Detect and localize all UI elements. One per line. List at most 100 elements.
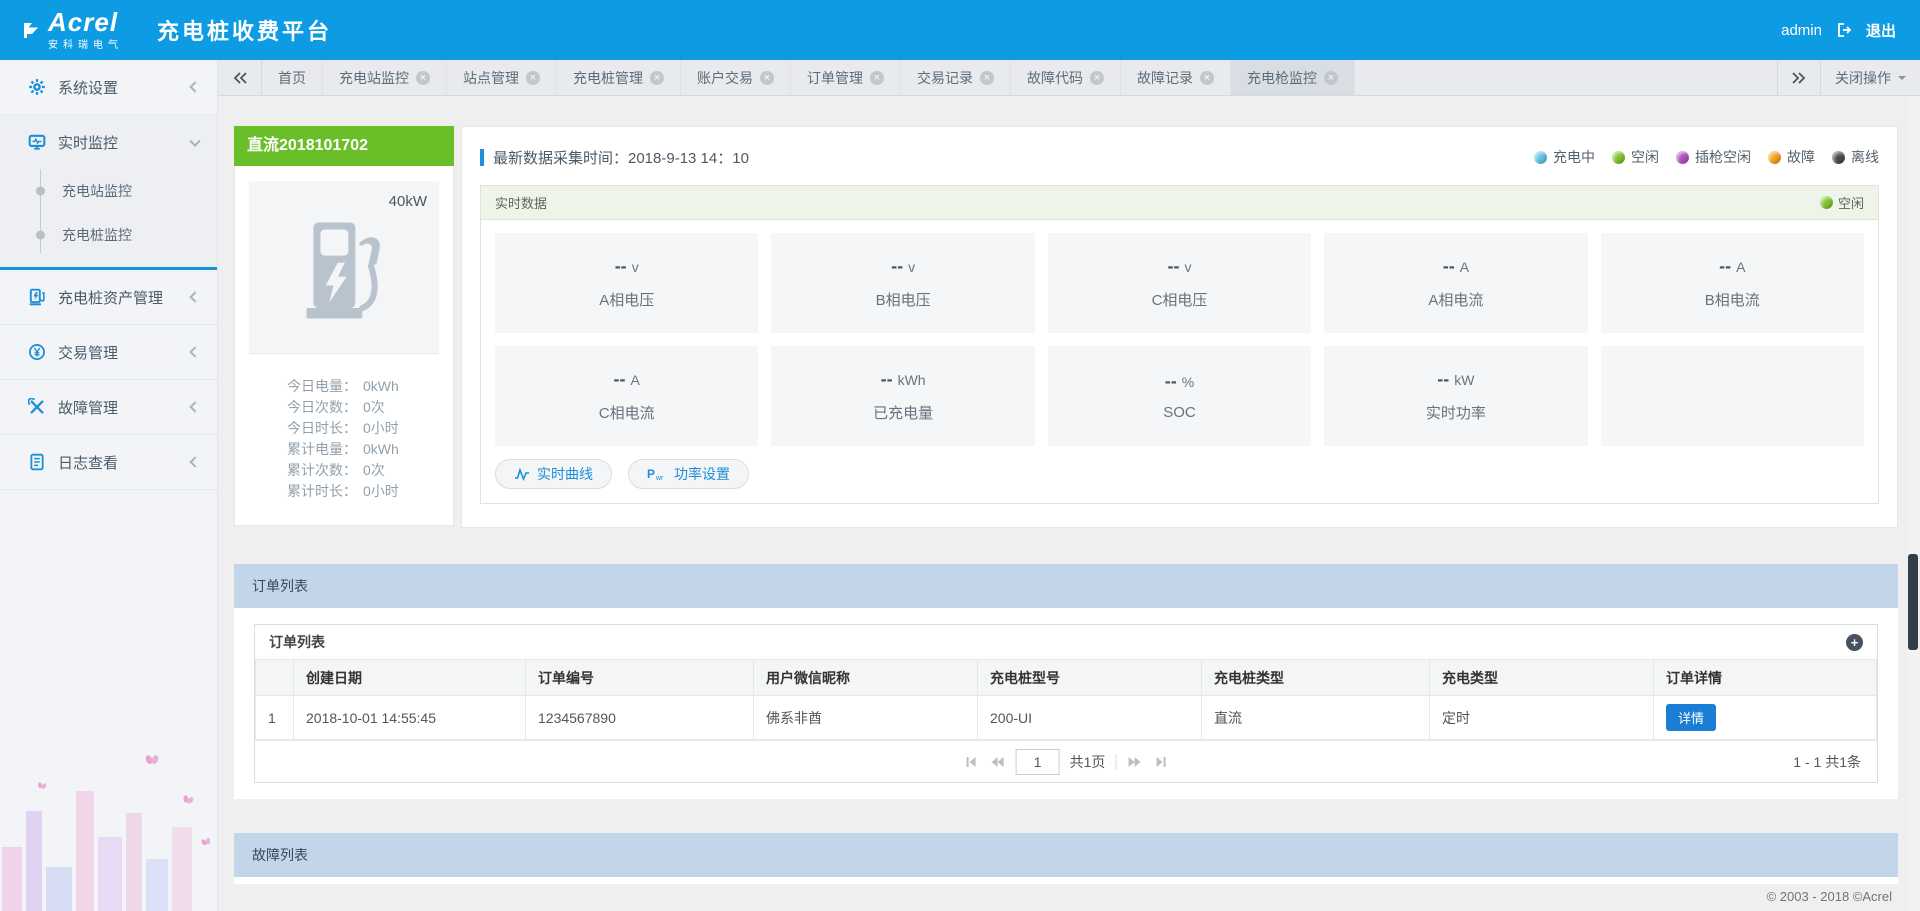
close-tab-icon[interactable] — [980, 70, 994, 85]
sidebar-subitem-station-monitor[interactable]: 充电站监控 — [0, 169, 217, 213]
butterfly-icon — [182, 795, 194, 806]
stat-row: 今日次数： 0次 — [287, 399, 385, 415]
chevron-left-icon — [189, 81, 201, 93]
col-pile-type: 充电桩类型 — [1201, 659, 1430, 696]
scroll-tabs-right-icon[interactable] — [1777, 60, 1820, 95]
divider — [1115, 753, 1117, 770]
table-header-row: 创建日期 订单编号 用户微信昵称 充电桩型号 充电桩类型 充电类型 订单详情 — [255, 659, 1877, 696]
sidebar-item-label: 日志查看 — [58, 454, 119, 472]
stat-row: 今日电量： 0kWh — [287, 378, 399, 394]
tab-fault-records[interactable]: 故障记录 — [1121, 60, 1231, 95]
legend-item-plugged-idle: 插枪空闲 — [1676, 147, 1751, 167]
faults-body — [234, 877, 1898, 884]
cell-pile-type: 直流 — [1201, 695, 1430, 740]
logout-button[interactable]: 退出 — [1866, 20, 1896, 41]
sidebar-item-transaction-mgmt[interactable]: 交易管理 — [0, 325, 217, 380]
metric-card-realtime-power: -- kW 实时功率 — [1324, 346, 1588, 446]
realtime-data-title: 实时数据 — [495, 196, 548, 211]
cell-index: 1 — [255, 695, 294, 740]
tab-fault-codes[interactable]: 故障代码 — [1011, 60, 1121, 95]
device-status-badge: 空闲 — [1819, 193, 1864, 212]
tab-trade-records[interactable]: 交易记录 — [901, 60, 1011, 95]
close-tab-icon[interactable] — [526, 70, 540, 85]
sidebar-subitem-label: 充电桩监控 — [62, 227, 132, 243]
first-page-icon[interactable] — [964, 754, 980, 770]
legend-item-idle: 空闲 — [1612, 147, 1659, 167]
tab-site-mgmt[interactable]: 站点管理 — [447, 60, 557, 95]
col-charge-type: 充电类型 — [1429, 659, 1654, 696]
orders-panel-title: 订单列表 — [269, 634, 325, 650]
tab-label: 故障代码 — [1027, 69, 1083, 86]
sidebar-item-pile-assets[interactable]: 充电桩资产管理 — [0, 270, 217, 325]
close-tab-icon[interactable] — [870, 70, 884, 85]
log-document-icon — [30, 453, 44, 471]
sidebar-subitem-pile-monitor[interactable]: 充电桩监控 — [0, 213, 217, 257]
sidebar-item-log-view[interactable]: 日志查看 — [0, 435, 217, 490]
metric-card-empty — [1600, 346, 1864, 446]
tab-gun-monitor[interactable]: 充电枪监控 — [1231, 60, 1355, 95]
device-card: 直流2018101702 40kW 今日电量： 0kWh 今日次数： 0次 今日时长… — [234, 126, 454, 526]
logo-text: Acrel — [48, 6, 119, 37]
curve-icon — [515, 467, 529, 481]
order-detail-button[interactable]: 详情 — [1666, 704, 1717, 731]
realtime-curve-button[interactable]: 实时曲线 — [495, 459, 612, 489]
scrollbar-thumb[interactable] — [1908, 554, 1918, 650]
sidebar-item-label: 系统设置 — [58, 79, 119, 97]
tab-pile-mgmt[interactable]: 充电桩管理 — [557, 60, 681, 95]
status-dot-icon — [1768, 150, 1781, 164]
col-order-detail: 订单详情 — [1653, 659, 1877, 696]
next-page-icon[interactable] — [1126, 754, 1142, 770]
sidebar-subitem-label: 充电站监控 — [62, 183, 132, 199]
charging-pile-icon — [29, 288, 45, 306]
faults-section: 故障列表 — [234, 833, 1898, 884]
tab-order-mgmt[interactable]: 订单管理 — [791, 60, 901, 95]
close-tab-icon[interactable] — [650, 70, 664, 85]
sidebar-group-realtime-monitor: 实时监控 充电站监控 充电桩监控 — [0, 115, 217, 270]
bullet-icon — [36, 230, 45, 240]
status-dot-icon — [1534, 150, 1547, 164]
close-operations-dropdown[interactable]: 关闭操作 — [1820, 60, 1920, 95]
metric-card-b-voltage: -- v B相电压 — [771, 233, 1035, 333]
tools-icon — [28, 398, 44, 414]
copyright-text: © 2003 - 2018 ©Acrel — [1766, 889, 1892, 904]
charging-pile-illustration-icon — [306, 222, 380, 319]
logout-icon[interactable] — [1836, 22, 1852, 38]
sidebar-submenu: 充电站监控 充电桩监控 — [0, 169, 217, 267]
power-rating: 40kW — [388, 193, 427, 210]
stat-row: 累计次数： 0次 — [287, 462, 385, 478]
vertical-scrollbar[interactable] — [1907, 96, 1919, 911]
close-tab-icon[interactable] — [1200, 70, 1214, 85]
tab-account-trade[interactable]: 账户交易 — [681, 60, 791, 95]
tab-label: 充电桩管理 — [573, 69, 643, 86]
metric-card-charged-energy: -- kWh 已充电量 — [771, 346, 1035, 446]
yuan-circle-icon — [29, 344, 45, 360]
close-tab-icon[interactable] — [760, 70, 774, 85]
close-tab-icon[interactable] — [1090, 70, 1104, 85]
close-tab-icon[interactable] — [1324, 70, 1338, 85]
col-wechat-nick: 用户微信昵称 — [753, 659, 978, 696]
col-pile-model: 充电桩型号 — [977, 659, 1202, 696]
scroll-tabs-left-icon[interactable] — [218, 60, 262, 95]
collapse-toggle-icon[interactable] — [1846, 633, 1863, 651]
decorative-skyline — [0, 751, 218, 911]
page-number-input[interactable] — [1015, 748, 1060, 775]
tab-label: 充电站监控 — [339, 69, 409, 86]
tab-station-monitor[interactable]: 充电站监控 — [323, 60, 447, 95]
brand-logo: Acrel 安科瑞电气 — [22, 6, 123, 51]
tab-home[interactable]: 首页 — [262, 60, 323, 95]
chevron-down-icon — [1898, 75, 1906, 84]
sidebar-item-fault-mgmt[interactable]: 故障管理 — [0, 380, 217, 435]
tab-label: 交易记录 — [917, 69, 973, 86]
tab-label: 账户交易 — [697, 69, 753, 86]
tab-label: 充电枪监控 — [1247, 69, 1317, 86]
close-tab-icon[interactable] — [416, 70, 430, 85]
sidebar-item-realtime-monitor[interactable]: 实时监控 — [0, 115, 217, 169]
cell-charge-type: 定时 — [1429, 695, 1654, 740]
tab-label: 订单管理 — [807, 69, 863, 86]
chevron-left-icon — [189, 291, 201, 303]
prev-page-icon[interactable] — [990, 754, 1006, 770]
power-settings-button[interactable]: Pwr 功率设置 — [628, 459, 749, 489]
sidebar-item-system-settings[interactable]: 系统设置 — [0, 60, 217, 115]
last-page-icon[interactable] — [1152, 754, 1168, 770]
status-dot-icon — [1676, 150, 1689, 164]
